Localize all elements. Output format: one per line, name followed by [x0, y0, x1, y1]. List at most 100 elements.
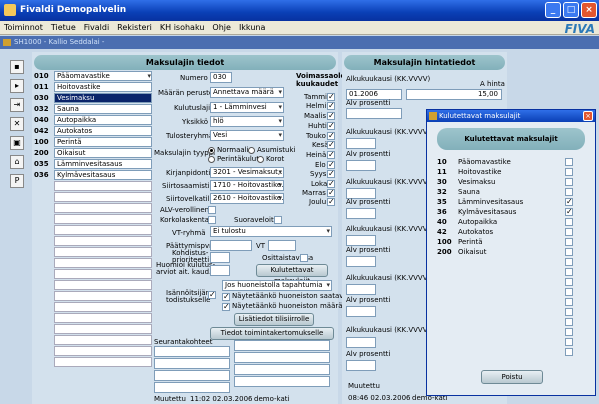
kirjanpitotili-select[interactable]: 3201 - Vesimaksut,...: [210, 167, 284, 178]
dialog-row-checkbox[interactable]: [565, 318, 573, 326]
hinta-field-1[interactable]: 15,00: [406, 89, 502, 100]
list-item[interactable]: 011 Hoitovastike: [34, 82, 152, 93]
list-item-empty[interactable]: [34, 203, 152, 214]
seuranta-field-1[interactable]: [154, 346, 230, 357]
menu-ohje[interactable]: Ohje: [212, 21, 231, 34]
siirtosaamistili-select[interactable]: 1710 - Hoitovastike...: [210, 180, 284, 191]
perintakulut-radio[interactable]: [208, 156, 215, 163]
list-item-empty[interactable]: [34, 181, 152, 192]
tulosteryhma-select[interactable]: Vesi: [210, 130, 284, 141]
menu-fivaldi[interactable]: Fivaldi: [84, 21, 109, 34]
dialog-row-checkbox[interactable]: [565, 278, 573, 286]
list-item-empty[interactable]: [34, 225, 152, 236]
numero-field[interactable]: 030: [210, 72, 232, 83]
close-button[interactable]: ×: [581, 2, 597, 18]
dialog-row-checkbox[interactable]: [565, 348, 573, 356]
month-checkbox[interactable]: ✓: [327, 122, 335, 130]
dialog-row-checkbox[interactable]: [565, 298, 573, 306]
list-item-empty[interactable]: [34, 236, 152, 247]
alku-field-2[interactable]: [346, 138, 376, 149]
menu-kh-isohaku[interactable]: KH isohaku: [160, 21, 205, 34]
alku-field-5[interactable]: [346, 284, 376, 295]
alv-checkbox[interactable]: [208, 206, 216, 214]
month-checkbox[interactable]: ✓: [327, 161, 335, 169]
list-item-empty[interactable]: [34, 269, 152, 280]
list-item-empty[interactable]: [34, 258, 152, 269]
minimize-button[interactable]: _: [545, 2, 561, 18]
list-item-empty[interactable]: [34, 302, 152, 313]
dialog-row-checkbox[interactable]: [565, 268, 573, 276]
alv-field-2[interactable]: [346, 160, 376, 171]
menu-ikkuna[interactable]: Ikkuna: [239, 21, 265, 34]
alv-field-1[interactable]: [346, 108, 402, 119]
seuranta-field-8[interactable]: [234, 376, 330, 387]
month-checkbox[interactable]: ✓: [327, 141, 335, 149]
list-item[interactable]: 032 Sauna: [34, 104, 152, 115]
month-checkbox[interactable]: ✓: [327, 151, 335, 159]
dialog-row-checkbox[interactable]: [565, 188, 573, 196]
list-item-selected[interactable]: 030 Vesimaksu: [34, 93, 152, 104]
dialog-row-checkbox[interactable]: [565, 308, 573, 316]
huomioi-field[interactable]: [210, 265, 230, 276]
month-checkbox[interactable]: ✓: [327, 170, 335, 178]
list-item[interactable]: 100 Perintä: [34, 137, 152, 148]
kulutuslaji-select[interactable]: 1 - Lämminvesi: [210, 102, 284, 113]
month-checkbox[interactable]: ✓: [327, 112, 335, 120]
month-checkbox[interactable]: ✓: [327, 189, 335, 197]
toimintakertomus-button[interactable]: Tiedot toimintakertomukselle: [210, 327, 334, 340]
seuranta-field-5[interactable]: [234, 340, 330, 351]
list-item-empty[interactable]: [34, 357, 152, 368]
delete-icon[interactable]: ✕: [10, 117, 24, 131]
dialog-row-checkbox[interactable]: [565, 258, 573, 266]
dialog-row-checkbox[interactable]: [565, 228, 573, 236]
dialog-row-checkbox[interactable]: [565, 328, 573, 336]
seuranta-field-6[interactable]: [234, 352, 330, 363]
huoneisto-select[interactable]: Jos huoneistolla tapahtumia: [222, 280, 332, 291]
dialog-row-checkbox[interactable]: [565, 168, 573, 176]
list-item-empty[interactable]: [34, 313, 152, 324]
alv-field-4[interactable]: [346, 256, 376, 267]
month-checkbox[interactable]: ✓: [327, 132, 335, 140]
dialog-row-checkbox[interactable]: ✓: [565, 208, 573, 216]
dialog-row-checkbox[interactable]: [565, 158, 573, 166]
list-item[interactable]: 040 Autopaikka: [34, 115, 152, 126]
seuranta-field-4[interactable]: [154, 382, 230, 393]
list-item-empty[interactable]: [34, 346, 152, 357]
alv-field-6[interactable]: [346, 360, 376, 371]
copy-icon[interactable]: ▣: [10, 136, 24, 150]
korot-radio[interactable]: [257, 156, 264, 163]
dialog-row-checkbox[interactable]: [565, 248, 573, 256]
poistu-button[interactable]: Poistu: [481, 370, 543, 384]
lisatiedot-button[interactable]: Lisätiedot tilisiirrolle: [234, 313, 314, 326]
osittain-checkbox[interactable]: [300, 254, 308, 262]
list-item-empty[interactable]: [34, 247, 152, 258]
alv-field-3[interactable]: [346, 208, 376, 219]
vt-ryhma-select[interactable]: Ei tulostu: [210, 226, 332, 237]
list-item[interactable]: 036 Kylmävesitasaus: [34, 170, 152, 181]
maaran-select[interactable]: Annettava määrä: [210, 87, 284, 98]
save-icon[interactable]: ▪: [10, 60, 24, 74]
month-checkbox[interactable]: ✓: [327, 180, 335, 188]
nayta-maara-checkbox[interactable]: ✓: [222, 303, 230, 311]
list-item[interactable]: 042 Autokatos: [34, 126, 152, 137]
asumistuki-radio[interactable]: [248, 147, 255, 154]
menu-tietue[interactable]: Tietue: [51, 21, 76, 34]
list-item[interactable]: 200 Oikaisut: [34, 148, 152, 159]
list-item[interactable]: 010 Pääomavastike: [34, 71, 152, 82]
dialog-close-icon[interactable]: ×: [583, 111, 593, 121]
yksikko-select[interactable]: hlö: [210, 116, 284, 127]
list-item[interactable]: 035 Lämminvesitasaus: [34, 159, 152, 170]
isannoitsija-checkbox[interactable]: ✓: [208, 291, 216, 299]
hierarchy-icon[interactable]: ⌂: [10, 155, 24, 169]
dialog-row-checkbox[interactable]: ✓: [565, 198, 573, 206]
alku-field-6[interactable]: [346, 337, 376, 348]
list-item-empty[interactable]: [34, 280, 152, 291]
dialog-row-checkbox[interactable]: [565, 238, 573, 246]
list-item-empty[interactable]: [34, 192, 152, 203]
print-icon[interactable]: P: [10, 174, 24, 188]
import-icon[interactable]: ⇥: [10, 98, 24, 112]
nayta-saatavat-checkbox[interactable]: ✓: [222, 293, 230, 301]
dialog-row-checkbox[interactable]: [565, 218, 573, 226]
month-checkbox[interactable]: ✓: [327, 102, 335, 110]
korkolaskenta-checkbox[interactable]: [208, 216, 216, 224]
